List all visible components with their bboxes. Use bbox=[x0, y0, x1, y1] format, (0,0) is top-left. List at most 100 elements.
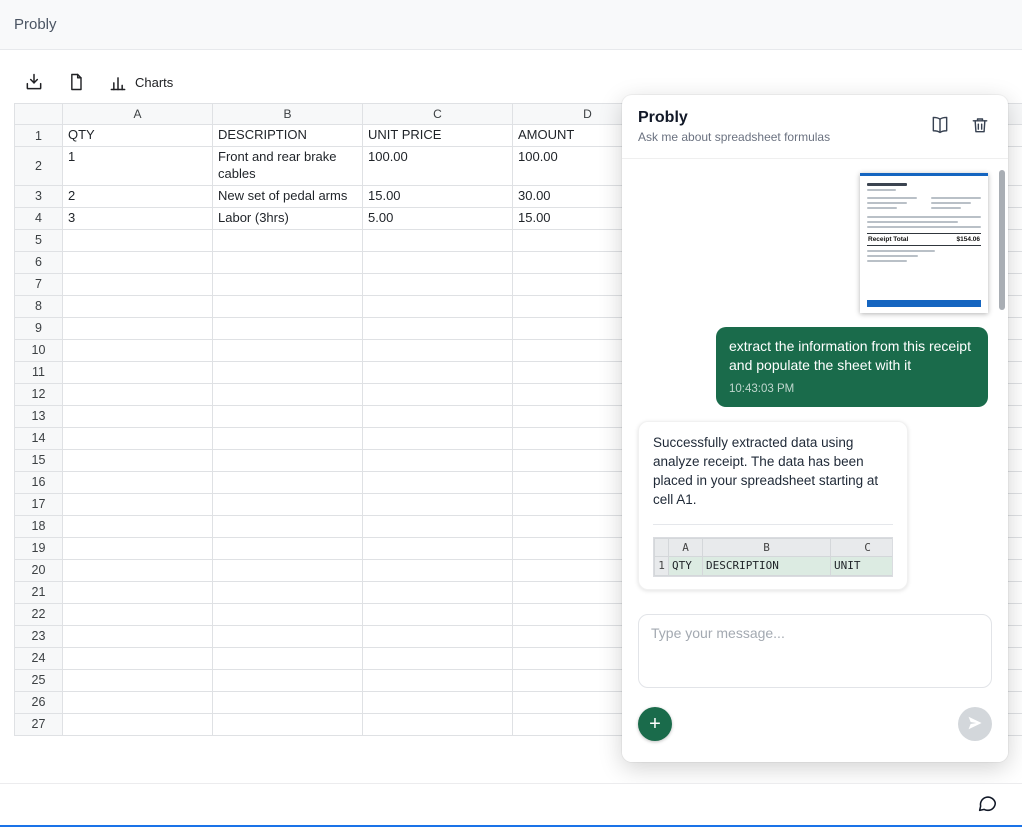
cell[interactable] bbox=[63, 713, 213, 735]
cell[interactable] bbox=[213, 361, 363, 383]
cell[interactable]: 100.00 bbox=[363, 147, 513, 186]
cell[interactable] bbox=[63, 295, 213, 317]
history-button[interactable] bbox=[928, 113, 952, 140]
cell[interactable] bbox=[63, 515, 213, 537]
row-header[interactable]: 8 bbox=[15, 295, 63, 317]
row-header[interactable]: 15 bbox=[15, 449, 63, 471]
cell[interactable] bbox=[213, 581, 363, 603]
cell[interactable] bbox=[363, 405, 513, 427]
cell[interactable] bbox=[63, 383, 213, 405]
cell[interactable] bbox=[363, 581, 513, 603]
row-header[interactable]: 1 bbox=[15, 125, 63, 147]
cell[interactable] bbox=[363, 647, 513, 669]
row-header[interactable]: 21 bbox=[15, 581, 63, 603]
cell[interactable] bbox=[213, 537, 363, 559]
row-header[interactable]: 12 bbox=[15, 383, 63, 405]
clear-chat-button[interactable] bbox=[968, 113, 992, 140]
cell[interactable] bbox=[363, 515, 513, 537]
row-header[interactable]: 24 bbox=[15, 647, 63, 669]
corner-cell[interactable] bbox=[15, 104, 63, 125]
row-header[interactable]: 16 bbox=[15, 471, 63, 493]
cell[interactable] bbox=[363, 427, 513, 449]
chat-scrollbar[interactable] bbox=[999, 170, 1005, 597]
cell[interactable] bbox=[63, 229, 213, 251]
row-header[interactable]: 22 bbox=[15, 603, 63, 625]
cell[interactable] bbox=[363, 669, 513, 691]
cell[interactable] bbox=[213, 427, 363, 449]
cell[interactable] bbox=[213, 295, 363, 317]
cell[interactable] bbox=[363, 493, 513, 515]
column-header[interactable]: C bbox=[363, 104, 513, 125]
cell[interactable] bbox=[363, 625, 513, 647]
attach-button[interactable]: + bbox=[638, 707, 672, 741]
row-header[interactable]: 14 bbox=[15, 427, 63, 449]
cell[interactable] bbox=[363, 713, 513, 735]
download-button[interactable] bbox=[22, 70, 46, 94]
cell[interactable] bbox=[363, 559, 513, 581]
cell[interactable] bbox=[63, 405, 213, 427]
cell[interactable] bbox=[213, 669, 363, 691]
row-header[interactable]: 4 bbox=[15, 207, 63, 229]
column-header[interactable]: A bbox=[63, 104, 213, 125]
cell[interactable] bbox=[63, 251, 213, 273]
row-header[interactable]: 18 bbox=[15, 515, 63, 537]
cell[interactable]: New set of pedal arms bbox=[213, 185, 363, 207]
cell[interactable] bbox=[363, 691, 513, 713]
cell[interactable] bbox=[213, 713, 363, 735]
cell[interactable] bbox=[213, 515, 363, 537]
cell[interactable] bbox=[363, 603, 513, 625]
row-header[interactable]: 17 bbox=[15, 493, 63, 515]
cell[interactable]: 1 bbox=[63, 147, 213, 186]
row-header[interactable]: 9 bbox=[15, 317, 63, 339]
cell[interactable] bbox=[213, 449, 363, 471]
cell[interactable] bbox=[63, 427, 213, 449]
message-input[interactable] bbox=[638, 614, 992, 688]
cell[interactable] bbox=[363, 229, 513, 251]
row-header[interactable]: 20 bbox=[15, 559, 63, 581]
cell[interactable] bbox=[213, 273, 363, 295]
cell[interactable] bbox=[213, 625, 363, 647]
chat-toggle-button[interactable] bbox=[974, 790, 1000, 819]
cell[interactable]: UNIT PRICE bbox=[363, 125, 513, 147]
cell[interactable] bbox=[363, 273, 513, 295]
row-header[interactable]: 19 bbox=[15, 537, 63, 559]
cell[interactable] bbox=[63, 559, 213, 581]
cell[interactable]: Front and rear brake cables bbox=[213, 147, 363, 186]
row-header[interactable]: 23 bbox=[15, 625, 63, 647]
cell[interactable] bbox=[363, 383, 513, 405]
cell[interactable] bbox=[213, 691, 363, 713]
cell[interactable] bbox=[213, 471, 363, 493]
row-header[interactable]: 3 bbox=[15, 185, 63, 207]
cell[interactable] bbox=[363, 317, 513, 339]
cell[interactable] bbox=[63, 691, 213, 713]
row-header[interactable]: 5 bbox=[15, 229, 63, 251]
cell[interactable] bbox=[63, 317, 213, 339]
charts-button[interactable]: Charts bbox=[106, 70, 175, 94]
cell[interactable] bbox=[63, 625, 213, 647]
cell[interactable] bbox=[63, 449, 213, 471]
cell[interactable] bbox=[213, 603, 363, 625]
cell[interactable] bbox=[213, 317, 363, 339]
cell[interactable] bbox=[213, 339, 363, 361]
cell[interactable] bbox=[363, 449, 513, 471]
cell[interactable] bbox=[213, 559, 363, 581]
cell[interactable] bbox=[63, 669, 213, 691]
cell[interactable]: DESCRIPTION bbox=[213, 125, 363, 147]
cell[interactable] bbox=[63, 493, 213, 515]
row-header[interactable]: 27 bbox=[15, 713, 63, 735]
row-header[interactable]: 11 bbox=[15, 361, 63, 383]
cell[interactable] bbox=[363, 251, 513, 273]
send-button[interactable] bbox=[958, 707, 992, 741]
row-header[interactable]: 7 bbox=[15, 273, 63, 295]
cell[interactable] bbox=[63, 339, 213, 361]
cell[interactable] bbox=[63, 647, 213, 669]
row-header[interactable]: 26 bbox=[15, 691, 63, 713]
cell[interactable]: 2 bbox=[63, 185, 213, 207]
cell[interactable] bbox=[63, 603, 213, 625]
cell[interactable] bbox=[363, 361, 513, 383]
cell[interactable] bbox=[213, 383, 363, 405]
column-header[interactable]: B bbox=[213, 104, 363, 125]
row-header[interactable]: 13 bbox=[15, 405, 63, 427]
row-header[interactable]: 6 bbox=[15, 251, 63, 273]
cell[interactable]: QTY bbox=[63, 125, 213, 147]
